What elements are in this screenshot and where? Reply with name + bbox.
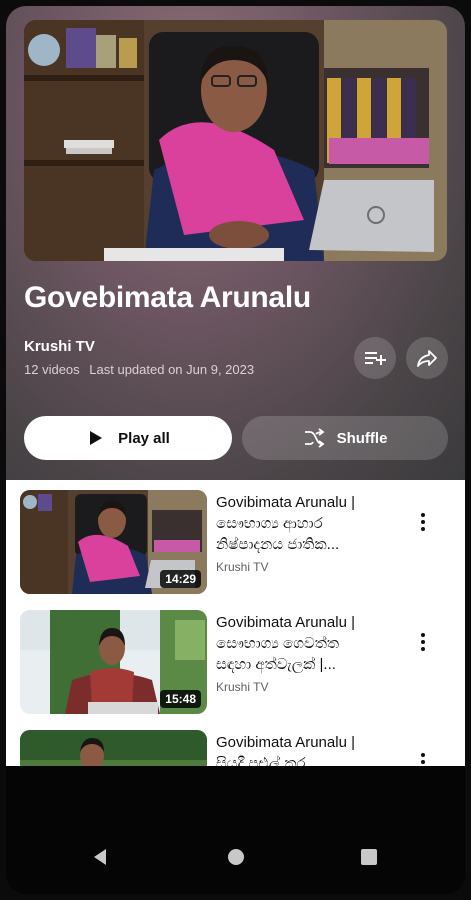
video-thumbnail[interactable] bbox=[20, 730, 207, 766]
video-thumbnail[interactable]: 14:29 bbox=[20, 490, 207, 594]
video-channel: Krushi TV bbox=[216, 680, 269, 694]
cover-illustration bbox=[24, 20, 447, 261]
shuffle-label: Shuffle bbox=[336, 429, 388, 447]
thumbnail-image bbox=[20, 730, 207, 766]
play-icon bbox=[90, 431, 103, 445]
back-icon bbox=[94, 849, 106, 865]
video-title-line: සෞභාග්‍ය ගෙවත්ත bbox=[216, 635, 340, 652]
video-duration: 15:48 bbox=[160, 690, 201, 708]
more-vert-icon bbox=[421, 753, 425, 764]
playlist-cover-image[interactable] bbox=[24, 20, 447, 261]
phone-screen: Govebimata Arunalu Krushi TV 12 videos L… bbox=[6, 6, 465, 894]
system-navigation-bar bbox=[6, 766, 465, 894]
video-more-button[interactable] bbox=[411, 628, 435, 656]
channel-name[interactable]: Krushi TV bbox=[24, 338, 95, 355]
video-title: Govibimata Arunalu | සෞභාග්‍ය ආහාර නිෂ්ප… bbox=[216, 492, 401, 555]
play-all-button[interactable]: Play all bbox=[24, 416, 232, 460]
share-icon bbox=[417, 350, 437, 367]
video-title-line: සියදී පළුල් කර bbox=[216, 755, 306, 766]
more-vert-icon bbox=[421, 513, 425, 531]
list-item[interactable]: Govibimata Arunalu | සියදී පළුල් කර bbox=[6, 720, 465, 766]
more-vert-icon bbox=[421, 633, 425, 651]
video-title: Govibimata Arunalu | සෞභාග්‍ය ගෙවත්ත සඳහ… bbox=[216, 612, 401, 675]
video-duration: 14:29 bbox=[160, 570, 201, 588]
video-title-line: Govibimata Arunalu | bbox=[216, 614, 355, 631]
shuffle-button[interactable]: Shuffle bbox=[242, 416, 448, 460]
home-button[interactable] bbox=[227, 848, 245, 871]
playlist-header: Govebimata Arunalu Krushi TV 12 videos L… bbox=[6, 6, 465, 480]
home-icon bbox=[228, 849, 244, 865]
back-button[interactable] bbox=[92, 848, 108, 871]
video-title-line: සඳහා අත්වැලක් |... bbox=[216, 656, 336, 673]
video-thumbnail[interactable]: 15:48 bbox=[20, 610, 207, 714]
list-item[interactable]: 15:48 Govibimata Arunalu | සෞභාග්‍ය ගෙවත… bbox=[6, 600, 465, 714]
video-title: Govibimata Arunalu | සියදී පළුල් කර bbox=[216, 732, 401, 766]
playlist-add-icon bbox=[365, 352, 386, 365]
shuffle-icon bbox=[304, 428, 325, 448]
video-count: 12 videos bbox=[24, 362, 80, 377]
playlist-title: Govebimata Arunalu bbox=[24, 281, 311, 314]
save-to-playlist-button[interactable] bbox=[354, 337, 396, 379]
video-title-line: සෞභාග්‍ය ආහාර bbox=[216, 515, 323, 532]
recents-icon bbox=[361, 849, 377, 865]
video-title-line: Govibimata Arunalu | bbox=[216, 734, 355, 751]
recents-button[interactable] bbox=[361, 849, 377, 870]
video-title-line: Govibimata Arunalu | bbox=[216, 494, 355, 511]
video-more-button[interactable] bbox=[411, 508, 435, 536]
video-title-line: නිෂ්පාදනය ජාතික... bbox=[216, 536, 340, 553]
video-list: 14:29 Govibimata Arunalu | සෞභාග්‍ය ආහාර… bbox=[6, 480, 465, 766]
play-all-label: Play all bbox=[118, 429, 170, 447]
share-button[interactable] bbox=[406, 337, 448, 379]
video-more-button[interactable] bbox=[411, 748, 435, 766]
playlist-meta: 12 videos Last updated on Jun 9, 2023 bbox=[24, 362, 254, 377]
list-item[interactable]: 14:29 Govibimata Arunalu | සෞභාග්‍ය ආහාර… bbox=[6, 480, 465, 594]
video-channel: Krushi TV bbox=[216, 560, 269, 574]
last-updated: Last updated on Jun 9, 2023 bbox=[89, 362, 255, 377]
